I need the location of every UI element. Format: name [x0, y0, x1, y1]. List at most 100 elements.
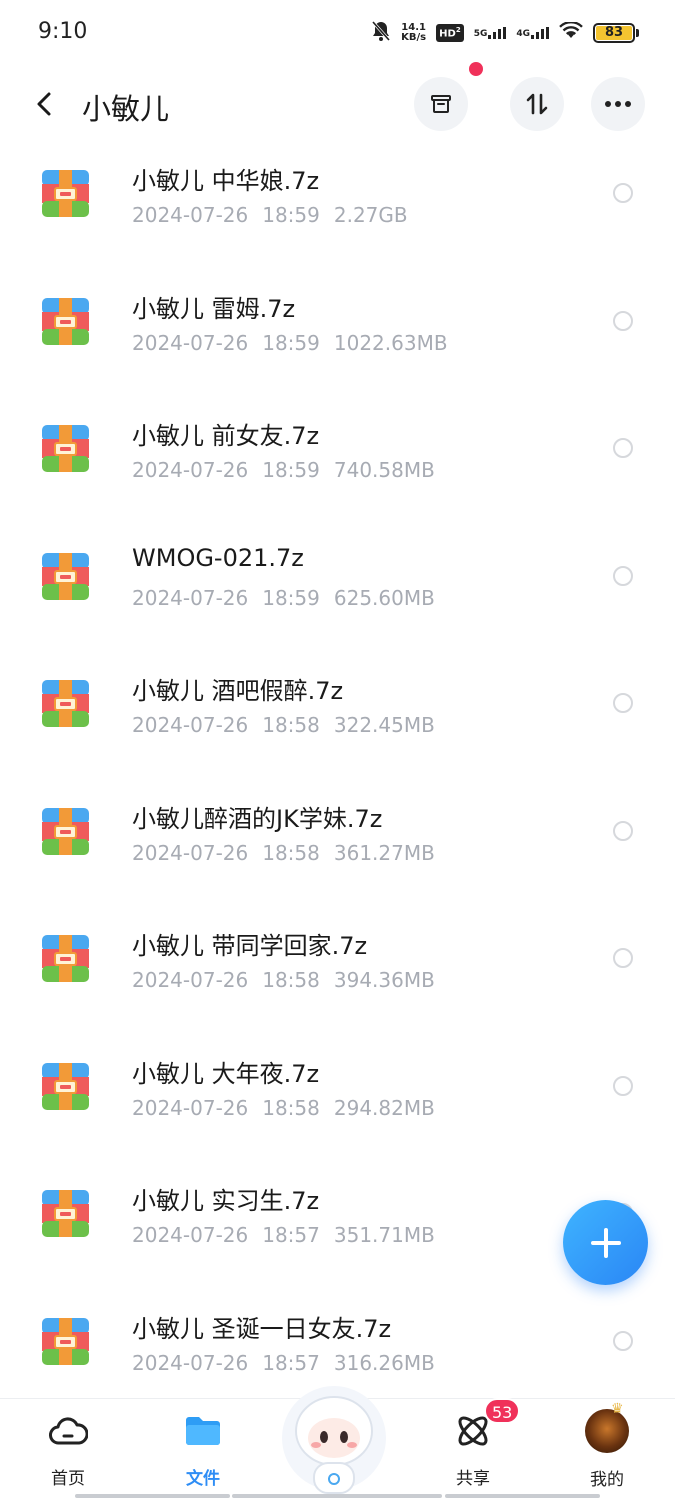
file-meta: 2024-07-26 18:59 625.60MB: [132, 586, 449, 610]
file-row[interactable]: 小敏儿 圣诞一日女友.7z 2024-07-26 18:57 316.26MB: [0, 1261, 675, 1389]
cloud-icon: [46, 1409, 90, 1452]
file-row[interactable]: 小敏儿 大年夜.7z 2024-07-26 18:58 294.82MB: [0, 1006, 675, 1134]
file-meta: 2024-07-26 18:58 394.36MB: [132, 968, 449, 992]
file-row[interactable]: 小敏儿 带同学回家.7z 2024-07-26 18:58 394.36MB: [0, 878, 675, 1006]
status-indicators: 14.1 KB/s HD2 5G 4G 83: [371, 20, 639, 46]
file-meta: 2024-07-26 18:59 1022.63MB: [132, 331, 462, 355]
select-checkbox[interactable]: [613, 183, 633, 203]
signal-4g: 4G: [516, 27, 549, 39]
file-row[interactable]: 小敏儿 雷姆.7z 2024-07-26 18:59 1022.63MB: [0, 241, 675, 369]
file-date: 2024-07-26: [132, 203, 249, 227]
avatar: ♛: [585, 1401, 629, 1453]
add-button[interactable]: [563, 1200, 648, 1285]
plus-icon: [590, 1227, 621, 1258]
notification-dot: [469, 62, 483, 76]
status-bar: 9:10 14.1 KB/s HD2 5G 4G 83: [0, 0, 675, 66]
archive-file-icon: [42, 1190, 89, 1237]
nav-files-label: 文件: [186, 1469, 220, 1489]
file-date: 2024-07-26: [132, 458, 249, 482]
archive-file-icon: [42, 1062, 89, 1110]
file-size: 361.27MB: [333, 840, 435, 865]
signal-icon: [531, 27, 549, 39]
file-date: 2024-07-26: [132, 585, 249, 610]
select-checkbox[interactable]: [613, 565, 633, 586]
file-meta: 2024-07-26 18:58 294.82MB: [132, 1096, 449, 1120]
home-indicator: [75, 1494, 230, 1498]
file-name: 小敏儿 圣诞一日女友.7z: [132, 1314, 392, 1343]
net-5g-label: 5G: [473, 29, 488, 39]
select-checkbox[interactable]: [613, 438, 633, 458]
archive-file-icon: [42, 552, 89, 600]
file-time: 18:58: [262, 713, 320, 737]
archive-file-icon: [42, 425, 89, 472]
file-time: 18:59: [262, 585, 320, 610]
file-time: 18:58: [262, 1095, 320, 1120]
file-time: 18:58: [262, 840, 320, 865]
home-indicator: [232, 1494, 442, 1498]
select-checkbox[interactable]: [613, 693, 633, 713]
signal-icon: [488, 27, 507, 39]
file-time: 18:57: [262, 1223, 320, 1247]
file-meta: 2024-07-26 18:57 316.26MB: [132, 1351, 449, 1375]
file-time: 18:58: [262, 968, 320, 992]
file-name: 小敏儿 雷姆.7z: [132, 294, 296, 323]
archive-file-icon: [42, 170, 89, 217]
share-badge: 53: [484, 1398, 521, 1424]
file-size: 2.27GB: [333, 203, 408, 227]
select-checkbox[interactable]: [613, 820, 633, 841]
net-4g-label: 4G: [516, 29, 530, 39]
nav-home[interactable]: 首页: [18, 1409, 118, 1489]
file-date: 2024-07-26: [132, 713, 249, 737]
file-size: 625.60MB: [333, 585, 435, 610]
mascot-assistant-button[interactable]: [274, 1383, 394, 1498]
archive-file-icon: [42, 807, 89, 855]
mascot-icon: [282, 1386, 386, 1494]
hd-badge: HD2: [436, 24, 464, 42]
select-checkbox[interactable]: [613, 1330, 633, 1351]
more-icon: [605, 101, 631, 107]
archive-file-icon: [42, 297, 89, 345]
home-indicator: [445, 1494, 600, 1498]
file-size: 351.71MB: [333, 1223, 435, 1247]
file-meta: 2024-07-26 18:59 740.58MB: [132, 458, 449, 482]
folder-icon: [181, 1409, 225, 1452]
file-name: 小敏儿 实习生.7z: [132, 1187, 320, 1215]
select-checkbox[interactable]: [613, 310, 633, 331]
file-name: 小敏儿醉酒的JK学妹.7z: [132, 804, 383, 833]
file-size: 1022.63MB: [333, 330, 448, 355]
file-size: 394.36MB: [333, 968, 435, 992]
archive-file-icon: [42, 680, 89, 727]
file-date: 2024-07-26: [132, 1350, 249, 1375]
nav-files[interactable]: 文件: [153, 1409, 253, 1489]
nav-mine-label: 我的: [590, 1470, 624, 1490]
select-checkbox[interactable]: [613, 948, 633, 968]
file-time: 18:57: [262, 1350, 320, 1375]
file-row[interactable]: 小敏儿醉酒的JK学妹.7z 2024-07-26 18:58 361.27MB: [0, 751, 675, 879]
file-name: 小敏儿 酒吧假醉.7z: [132, 677, 344, 705]
signal-5g: 5G: [474, 27, 507, 39]
file-row[interactable]: 小敏儿 酒吧假醉.7z 2024-07-26 18:58 322.45MB: [0, 623, 675, 751]
file-time: 18:59: [262, 458, 320, 482]
nav-home-label: 首页: [51, 1469, 85, 1489]
file-meta: 2024-07-26 18:58 322.45MB: [132, 713, 449, 737]
select-checkbox[interactable]: [613, 1075, 633, 1096]
file-name: 小敏儿 带同学回家.7z: [132, 932, 368, 960]
file-date: 2024-07-26: [132, 1095, 249, 1120]
file-row[interactable]: 小敏儿 前女友.7z 2024-07-26 18:59 740.58MB: [0, 368, 675, 496]
crown-icon: ♛: [611, 1401, 624, 1417]
file-name: 小敏儿 前女友.7z: [132, 422, 320, 450]
file-date: 2024-07-26: [132, 330, 249, 355]
nav-mine[interactable]: ♛ 我的: [557, 1401, 657, 1490]
archive-file-icon: [42, 935, 89, 982]
wifi-icon: [559, 21, 583, 44]
file-meta: 2024-07-26 18:58 361.27MB: [132, 841, 449, 865]
file-date: 2024-07-26: [132, 1223, 249, 1247]
hd-sub-label: 2: [455, 26, 461, 35]
file-name: WMOG-021.7z: [132, 543, 304, 572]
network-speed: 14.1 KB/s: [401, 23, 426, 43]
file-meta: 2024-07-26 18:57 351.71MB: [132, 1223, 449, 1247]
file-size: 294.82MB: [333, 1095, 435, 1120]
hd-label: HD: [439, 28, 456, 40]
file-row[interactable]: 小敏儿 中华娘.7z 2024-07-26 18:59 2.27GB: [0, 113, 675, 241]
file-row[interactable]: WMOG-021.7z 2024-07-26 18:59 625.60MB: [0, 496, 675, 624]
